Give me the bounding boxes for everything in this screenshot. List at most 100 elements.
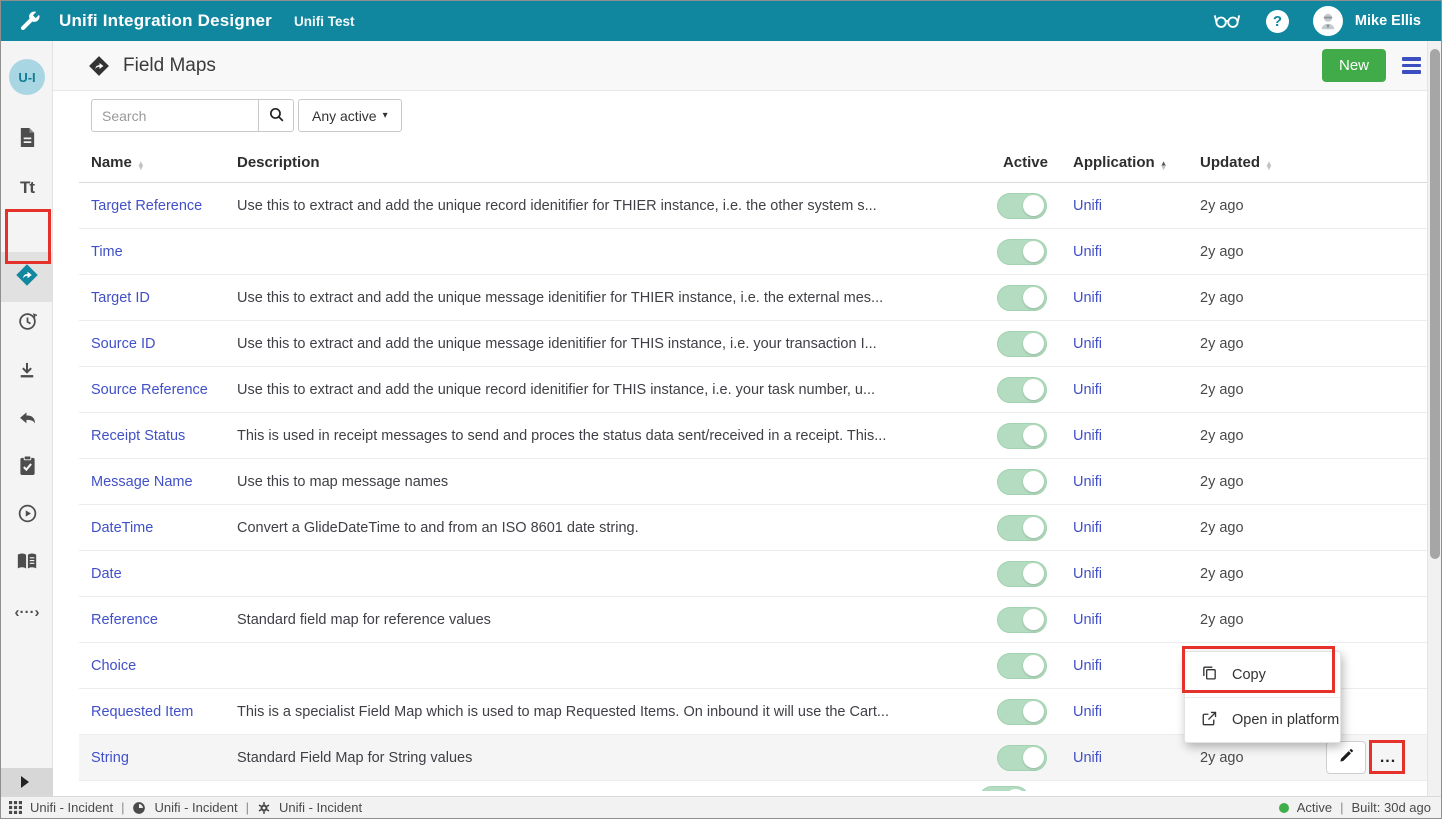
- search-button[interactable]: [258, 99, 294, 132]
- table-row[interactable]: Target Reference Use this to extract and…: [79, 183, 1427, 229]
- column-header-updated[interactable]: Updated▲▼: [1200, 154, 1300, 171]
- table-row[interactable]: Source ID Use this to extract and add th…: [79, 321, 1427, 367]
- connection-label[interactable]: Unifi - Incident: [30, 800, 113, 815]
- user-name[interactable]: Mike Ellis: [1355, 13, 1421, 29]
- table-row[interactable]: DateTime Convert a GlideDateTime to and …: [79, 505, 1427, 551]
- vertical-scrollbar[interactable]: [1427, 41, 1441, 796]
- row-name-link[interactable]: Source Reference: [91, 382, 208, 398]
- new-button[interactable]: New: [1322, 49, 1386, 82]
- sidebar-item-docs[interactable]: [1, 540, 53, 588]
- sidebar-item-tasks[interactable]: [1, 444, 53, 492]
- active-toggle[interactable]: [997, 699, 1047, 725]
- active-toggle[interactable]: [997, 285, 1047, 311]
- row-description: Use this to map message names: [237, 474, 997, 490]
- row-description: Use this to extract and add the unique m…: [237, 290, 997, 306]
- active-toggle[interactable]: [997, 239, 1047, 265]
- sidebar-item-history[interactable]: [1, 300, 53, 348]
- active-toggle[interactable]: [997, 515, 1047, 541]
- open-external-icon: [1201, 710, 1218, 731]
- scrollbar-thumb[interactable]: [1430, 49, 1440, 559]
- active-toggle[interactable]: [997, 377, 1047, 403]
- active-toggle[interactable]: [997, 331, 1047, 357]
- gear-icon: [257, 801, 271, 815]
- active-toggle[interactable]: [979, 786, 1029, 791]
- sidebar-profile-badge[interactable]: U-I: [9, 59, 45, 95]
- row-application-link[interactable]: Unifi: [1073, 382, 1102, 398]
- row-name-link[interactable]: Time: [91, 244, 123, 260]
- expand-arrow-icon: [21, 776, 29, 788]
- sidebar-item-text[interactable]: Tt: [1, 164, 53, 212]
- avatar[interactable]: [1313, 6, 1343, 36]
- built-label: Built: 30d ago: [1351, 800, 1431, 815]
- row-name-link[interactable]: DateTime: [91, 520, 153, 536]
- active-toggle[interactable]: [997, 423, 1047, 449]
- table-row[interactable]: Receipt Status This is used in receipt m…: [79, 413, 1427, 459]
- sort-icon: ▲▼: [1265, 162, 1273, 171]
- row-application-link[interactable]: Unifi: [1073, 428, 1102, 444]
- row-name-link[interactable]: Target ID: [91, 290, 150, 306]
- glasses-icon[interactable]: [1212, 6, 1242, 37]
- row-updated: 2y ago: [1200, 336, 1300, 352]
- row-name-link[interactable]: String: [91, 750, 129, 766]
- page-header: Field Maps New: [53, 41, 1441, 91]
- active-toggle[interactable]: [997, 653, 1047, 679]
- reply-arrow-icon: [17, 407, 38, 433]
- active-filter-dropdown[interactable]: Any active ▾: [298, 99, 402, 132]
- row-application-link[interactable]: Unifi: [1073, 658, 1102, 674]
- row-application-link[interactable]: Unifi: [1073, 290, 1102, 306]
- row-application-link[interactable]: Unifi: [1073, 474, 1102, 490]
- row-name-link[interactable]: Requested Item: [91, 704, 193, 720]
- sidebar-item-code[interactable]: ‹···›: [1, 588, 53, 636]
- search-input[interactable]: [91, 99, 258, 132]
- row-application-link[interactable]: Unifi: [1073, 520, 1102, 536]
- hamburger-menu-icon[interactable]: [1402, 57, 1421, 74]
- toggle-knob: [1023, 563, 1044, 584]
- more-actions-button[interactable]: ...: [1371, 742, 1405, 773]
- table-row[interactable]: Reference Standard field map for referen…: [79, 597, 1427, 643]
- row-name-link[interactable]: Source ID: [91, 336, 155, 352]
- row-name-link[interactable]: Date: [91, 566, 122, 582]
- menu-item-copy[interactable]: Copy: [1185, 652, 1340, 697]
- active-toggle[interactable]: [997, 193, 1047, 219]
- connection-label[interactable]: Unifi - Incident: [279, 800, 362, 815]
- row-name-link[interactable]: Reference: [91, 612, 158, 628]
- table-row[interactable]: Date Unifi 2y ago ...: [79, 551, 1427, 597]
- active-toggle[interactable]: [997, 607, 1047, 633]
- column-header-application[interactable]: Application▲▼: [1073, 154, 1200, 171]
- filter-value: Any active: [312, 108, 377, 124]
- separator: |: [1340, 800, 1343, 815]
- download-icon: [17, 360, 37, 385]
- edit-button[interactable]: [1326, 741, 1366, 774]
- active-toggle[interactable]: [997, 561, 1047, 587]
- row-name-link[interactable]: Choice: [91, 658, 136, 674]
- active-toggle[interactable]: [997, 469, 1047, 495]
- row-application-link[interactable]: Unifi: [1073, 198, 1102, 214]
- row-name-link[interactable]: Receipt Status: [91, 428, 185, 444]
- row-application-link[interactable]: Unifi: [1073, 244, 1102, 260]
- sidebar-item-download[interactable]: [1, 348, 53, 396]
- help-icon[interactable]: ?: [1266, 10, 1289, 33]
- active-toggle[interactable]: [997, 745, 1047, 771]
- row-application-link[interactable]: Unifi: [1073, 336, 1102, 352]
- text-format-icon: Tt: [20, 178, 34, 198]
- connection-label[interactable]: Unifi - Incident: [154, 800, 237, 815]
- sidebar-item-document[interactable]: [1, 116, 53, 164]
- menu-item-open-in-platform[interactable]: Open in platform: [1185, 697, 1340, 742]
- table-row[interactable]: Time Unifi 2y ago ...: [79, 229, 1427, 275]
- row-application-link[interactable]: Unifi: [1073, 750, 1102, 766]
- row-application-link[interactable]: Unifi: [1073, 704, 1102, 720]
- column-header-name[interactable]: Name▲▼: [79, 154, 237, 171]
- row-description: Standard Field Map for String values: [237, 750, 997, 766]
- row-name-link[interactable]: Target Reference: [91, 198, 202, 214]
- sidebar-item-run[interactable]: [1, 492, 53, 540]
- row-name-link[interactable]: Message Name: [91, 474, 193, 490]
- sidebar-item-reply[interactable]: [1, 396, 53, 444]
- table-row[interactable]: Source Reference Use this to extract and…: [79, 367, 1427, 413]
- table-row[interactable]: Message Name Use this to map message nam…: [79, 459, 1427, 505]
- table-row[interactable]: Target ID Use this to extract and add th…: [79, 275, 1427, 321]
- row-application-link[interactable]: Unifi: [1073, 612, 1102, 628]
- environment-name[interactable]: Unifi Test: [294, 14, 355, 29]
- sidebar-item-field-maps[interactable]: [1, 252, 53, 302]
- sidebar-expand-button[interactable]: [1, 768, 53, 796]
- row-application-link[interactable]: Unifi: [1073, 566, 1102, 582]
